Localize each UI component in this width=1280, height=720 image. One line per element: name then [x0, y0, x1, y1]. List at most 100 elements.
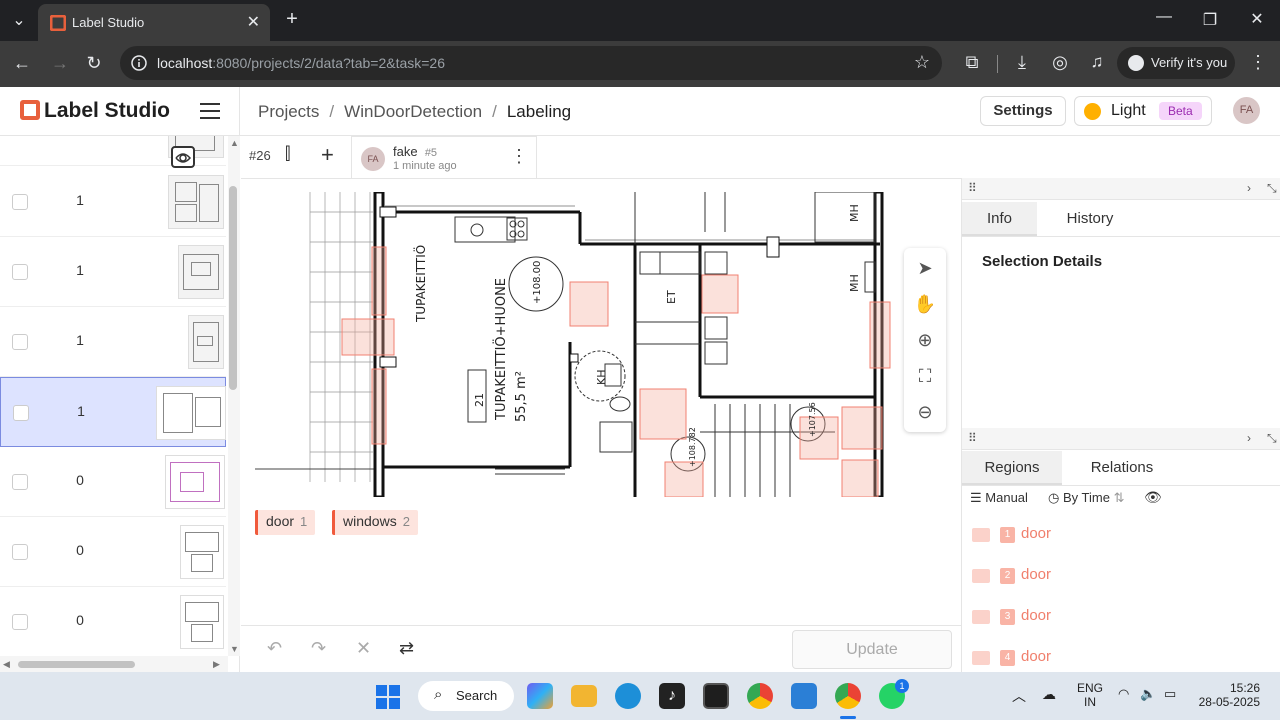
table-row[interactable]: 0 — [0, 587, 226, 657]
hamburger-menu-icon[interactable] — [200, 103, 220, 119]
floorplan-image[interactable]: TUPAKEITTIÖ+HUONE 55,5 m² TUPAKEITTIÖ +1… — [255, 192, 904, 497]
browser-tab[interactable]: Label Studio ✕ — [38, 4, 270, 41]
fit-to-screen-icon[interactable]: ⛶ — [904, 358, 946, 394]
vscode-icon[interactable] — [791, 683, 817, 709]
redo-icon[interactable]: ↷ — [311, 638, 326, 659]
vertical-scroll-thumb[interactable] — [229, 186, 237, 390]
file-explorer-icon[interactable] — [571, 685, 597, 707]
theme-toggle[interactable]: Light Beta — [1074, 96, 1212, 126]
table-row[interactable]: 1 — [0, 237, 226, 307]
scroll-up-arrow[interactable]: ▲ — [230, 138, 239, 148]
task-thumbnail[interactable] — [165, 455, 225, 509]
address-bar[interactable]: localhost:8080/projects/2/data?tab=2&tas… — [120, 46, 942, 80]
chrome-active-icon[interactable] — [835, 683, 861, 709]
user-avatar[interactable]: FA — [1233, 97, 1260, 124]
label-windows[interactable]: windows 2 — [332, 510, 418, 535]
add-annotation-icon[interactable]: + — [321, 142, 334, 168]
back-icon[interactable]: ← — [10, 53, 34, 74]
clock[interactable]: 15:26 28-05-2025 — [1198, 681, 1260, 709]
zoom-in-icon[interactable]: ⊕ — [904, 322, 946, 358]
task-thumbnail[interactable] — [180, 525, 224, 579]
tab-history[interactable]: History — [1052, 202, 1128, 236]
row-checkbox[interactable] — [12, 544, 28, 560]
row-checkbox[interactable] — [12, 194, 28, 210]
undo-icon[interactable]: ↶ — [267, 638, 282, 659]
windows-start-icon[interactable] — [376, 685, 400, 709]
annotation-menu-icon[interactable]: ⋮ — [510, 146, 528, 167]
chrome-icon[interactable] — [747, 683, 773, 709]
compare-icon[interactable]: ⫿ — [285, 144, 290, 164]
scroll-down-arrow[interactable]: ▼ — [230, 644, 239, 654]
wifi-icon[interactable]: ◠ — [1118, 686, 1129, 702]
show-hidden-icons[interactable]: ︿ — [1012, 686, 1026, 706]
table-row[interactable]: 1 — [0, 167, 226, 237]
label-door[interactable]: door 1 — [255, 510, 316, 535]
scroll-left-arrow[interactable]: ◀ — [3, 659, 10, 670]
pointer-tool-icon[interactable]: ➤ — [904, 250, 946, 286]
tab-search-icon[interactable]: ⌄ — [8, 10, 30, 30]
table-row-selected[interactable]: 1 — [0, 377, 226, 447]
task-thumbnail[interactable] — [188, 315, 224, 369]
table-row[interactable]: 0 — [0, 517, 226, 587]
settings-sliders-icon[interactable]: ⇄ — [399, 638, 414, 659]
row-checkbox[interactable] — [12, 264, 28, 280]
reset-icon[interactable]: ✕ — [356, 638, 371, 659]
row-checkbox[interactable] — [12, 474, 28, 490]
app-logo[interactable]: Label Studio — [20, 99, 170, 123]
visibility-eye-icon[interactable]: 👁 — [1144, 489, 1162, 506]
pan-tool-icon[interactable]: ✋ — [904, 286, 946, 322]
edge-icon[interactable] — [615, 683, 641, 709]
breadcrumb-project[interactable]: WinDoorDetection — [344, 102, 482, 121]
horizontal-scroll-thumb[interactable] — [18, 661, 135, 668]
settings-button[interactable]: Settings — [980, 96, 1066, 126]
task-thumbnail[interactable] — [156, 386, 226, 440]
task-thumbnail[interactable] — [180, 595, 224, 649]
verify-button[interactable]: Verify it's you — [1117, 47, 1235, 79]
toggle-view-icon[interactable] — [171, 146, 195, 168]
forward-icon[interactable]: → — [48, 53, 72, 74]
tab-relations[interactable]: Relations — [1072, 451, 1172, 485]
extensions-icon[interactable]: ⧉ — [960, 52, 984, 73]
language-indicator[interactable]: ENG IN — [1075, 681, 1105, 709]
tab-close-icon[interactable]: ✕ — [247, 12, 260, 32]
scroll-right-arrow[interactable]: ▶ — [213, 659, 220, 670]
region-item[interactable]: 4 door — [972, 643, 1272, 673]
region-item[interactable]: 2 door — [972, 561, 1272, 591]
row-checkbox[interactable] — [13, 405, 29, 421]
by-time-sort[interactable]: ◷ By Time ⇅ — [1048, 490, 1124, 506]
terminal-icon[interactable] — [703, 683, 729, 709]
volume-icon[interactable]: 🔈 — [1140, 686, 1156, 702]
taskbar-search[interactable]: ⌕ Search — [418, 681, 514, 711]
cloud-icon[interactable]: ☁ — [1042, 686, 1056, 703]
browser-menu-icon[interactable]: ⋮ — [1246, 52, 1270, 73]
drag-handle-icon[interactable]: ⠿ — [968, 431, 977, 445]
row-checkbox[interactable] — [12, 334, 28, 350]
labeling-canvas[interactable]: TUPAKEITTIÖ+HUONE 55,5 m² TUPAKEITTIÖ +1… — [241, 178, 961, 625]
region-item[interactable]: 1 door — [972, 520, 1272, 550]
table-row[interactable]: 0 — [0, 447, 226, 517]
breadcrumb-projects[interactable]: Projects — [258, 102, 319, 121]
download-icon[interactable]: ⤓ — [1010, 52, 1034, 73]
expand-icon[interactable]: › — [1247, 181, 1251, 195]
bookmark-star-icon[interactable]: ☆ — [914, 52, 930, 73]
tab-regions[interactable]: Regions — [962, 451, 1062, 485]
performance-icon[interactable]: ◎ — [1048, 52, 1072, 73]
region-item[interactable]: 3 door — [972, 602, 1272, 632]
sort-order-icon[interactable]: ⇅ — [1114, 490, 1125, 505]
maximize-icon[interactable]: ❐ — [1198, 10, 1222, 30]
row-checkbox[interactable] — [12, 614, 28, 630]
zoom-out-icon[interactable]: ⊖ — [904, 394, 946, 430]
copilot-icon[interactable] — [527, 683, 553, 709]
media-control-icon[interactable]: ♫ — [1085, 52, 1109, 72]
reload-icon[interactable]: ↻ — [82, 53, 106, 74]
manual-sort[interactable]: ☰ Manual — [970, 490, 1028, 506]
update-button[interactable]: Update — [792, 630, 952, 669]
collapse-icon[interactable]: ⤡ — [1267, 431, 1277, 446]
tab-info[interactable]: Info — [962, 202, 1037, 236]
collapse-icon[interactable]: ⤡ — [1267, 181, 1277, 196]
battery-icon[interactable]: ▭ — [1164, 686, 1176, 702]
task-thumbnail[interactable] — [178, 245, 224, 299]
minimize-icon[interactable]: — — [1152, 8, 1176, 26]
annotation-tab[interactable]: FA fake #5 1 minute ago ⋮ — [351, 136, 537, 178]
music-app-icon[interactable]: ♪ — [659, 683, 685, 709]
